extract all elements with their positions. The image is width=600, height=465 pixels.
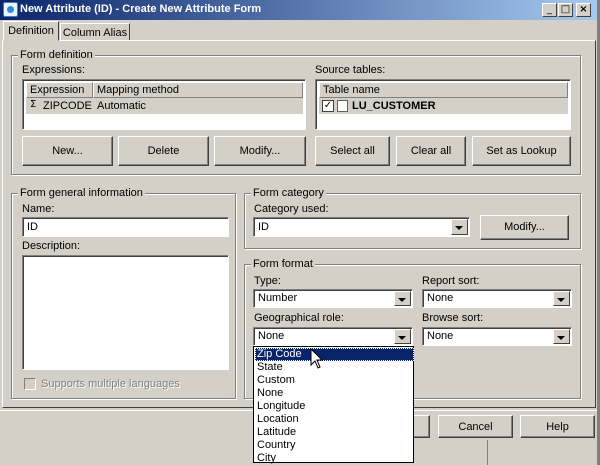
report-sort-label: Report sort: — [422, 275, 480, 287]
dropdown-option-none[interactable]: None — [255, 387, 414, 400]
geo-role-label: Geographical role: — [254, 312, 344, 324]
type-select[interactable]: Number — [253, 289, 413, 308]
expression-cell: ZIPCODE — [43, 100, 92, 112]
select-all-button[interactable]: Select all — [315, 136, 390, 166]
description-label: Description: — [22, 240, 81, 252]
browse-sort-select[interactable]: None — [422, 327, 572, 346]
dropdown-option-zip-code[interactable]: Zip Code — [255, 348, 414, 361]
minimize-button[interactable]: _ — [542, 3, 557, 17]
dropdown-option-latitude[interactable]: Latitude — [255, 426, 414, 439]
category-select[interactable]: ID — [253, 217, 470, 237]
divider — [487, 440, 488, 465]
dropdown-option-state[interactable]: State — [255, 361, 414, 374]
mouse-pointer-icon — [310, 348, 324, 369]
table-name-cell: LU_CUSTOMER — [352, 100, 436, 112]
table-name-column-header[interactable]: Table name — [319, 82, 568, 98]
clear-all-button[interactable]: Clear all — [396, 136, 466, 166]
dropdown-option-location[interactable]: Location — [255, 413, 414, 426]
name-label: Name: — [22, 203, 55, 215]
tab-column-alias-label: Column Alias — [62, 27, 128, 39]
modify-expression-button[interactable]: Modify... — [214, 136, 306, 166]
chevron-down-icon[interactable] — [394, 291, 411, 306]
browse-sort-label: Browse sort: — [422, 312, 484, 324]
form-definition-legend: Form definition — [18, 49, 95, 61]
source-tables-label: Source tables: — [315, 64, 386, 76]
tab-definition-label: Definition — [8, 25, 54, 37]
tab-column-alias[interactable]: Column Alias — [60, 23, 130, 41]
modify-category-button[interactable]: Modify... — [480, 215, 569, 240]
description-textarea[interactable] — [22, 255, 229, 370]
delete-button[interactable]: Delete — [118, 136, 209, 166]
geo-role-dropdown-list[interactable]: Zip Code State Custom None Longitude Loc… — [253, 346, 414, 465]
expression-column-header[interactable]: Expression — [26, 82, 93, 98]
type-value: Number — [258, 292, 298, 304]
general-info-legend: Form general information — [18, 187, 145, 199]
table-checkbox[interactable]: ✓ — [322, 100, 334, 112]
window-title: New Attribute (ID) - Create New Attribut… — [20, 3, 262, 15]
tab-definition[interactable]: Definition — [3, 21, 59, 41]
form-format-legend: Form format — [251, 258, 315, 270]
category-value: ID — [258, 221, 269, 233]
multi-lang-label: Supports multiple languages — [41, 378, 180, 390]
expression-row[interactable]: Σ ZIPCODE Automatic — [26, 98, 303, 114]
title-bar[interactable]: New Attribute (ID) - Create New Attribut… — [0, 0, 600, 20]
mapping-method-cell: Automatic — [97, 100, 146, 112]
help-button[interactable]: Help — [520, 415, 595, 438]
dropdown-option-city[interactable]: City — [255, 452, 414, 465]
expressions-list[interactable]: Expression Mapping method Σ ZIPCODE Auto… — [22, 79, 306, 130]
type-label: Type: — [254, 275, 281, 287]
name-input[interactable]: ID — [22, 217, 229, 237]
name-value: ID — [27, 221, 38, 233]
report-sort-value: None — [427, 292, 454, 304]
form-category-legend: Form category — [251, 187, 326, 199]
multi-lang-checkbox[interactable] — [24, 378, 36, 390]
set-as-lookup-button[interactable]: Set as Lookup — [472, 136, 571, 166]
maximize-button[interactable]: □ — [558, 3, 573, 17]
formula-icon: Σ — [30, 99, 37, 110]
category-used-label: Category used: — [254, 203, 329, 215]
source-tables-list[interactable]: Table name ✓ LU_CUSTOMER — [315, 79, 571, 130]
geo-role-value: None — [258, 330, 285, 342]
mapping-method-column-header[interactable]: Mapping method — [93, 82, 303, 98]
dropdown-option-country[interactable]: Country — [255, 439, 414, 452]
chevron-down-icon[interactable] — [553, 291, 570, 306]
chevron-down-icon[interactable] — [394, 329, 411, 344]
chevron-down-icon[interactable] — [451, 219, 468, 235]
close-button[interactable]: × — [576, 3, 591, 17]
browse-sort-value: None — [427, 330, 454, 342]
table-icon — [337, 100, 348, 112]
dropdown-option-custom[interactable]: Custom — [255, 374, 414, 387]
geo-role-select[interactable]: None — [253, 327, 413, 346]
cancel-button[interactable]: Cancel — [438, 415, 513, 438]
report-sort-select[interactable]: None — [422, 289, 572, 308]
expressions-label: Expressions: — [22, 64, 85, 76]
source-table-row[interactable]: ✓ LU_CUSTOMER — [319, 98, 568, 114]
chevron-down-icon[interactable] — [553, 329, 570, 344]
dropdown-option-longitude[interactable]: Longitude — [255, 400, 414, 413]
new-button[interactable]: New... — [22, 136, 113, 166]
app-icon — [3, 2, 18, 17]
